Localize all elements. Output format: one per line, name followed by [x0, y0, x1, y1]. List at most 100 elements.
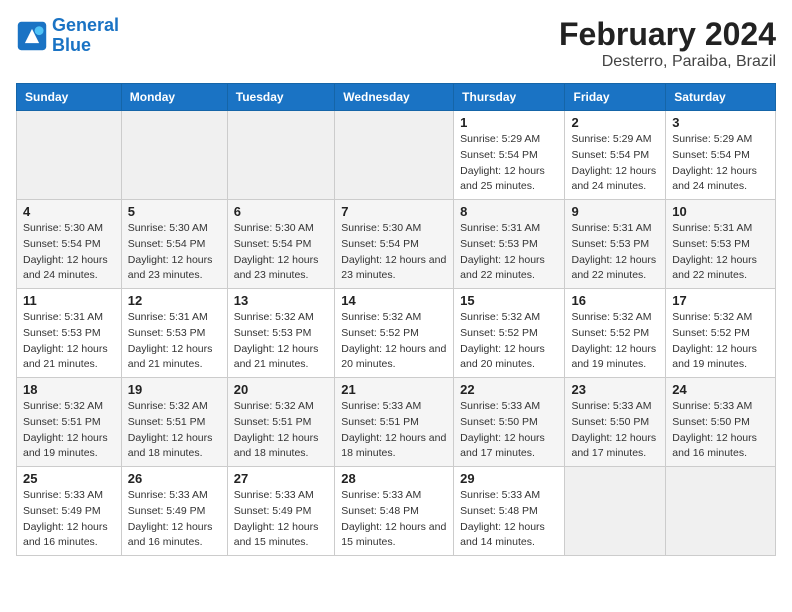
calendar-cell: 17 Sunrise: 5:32 AMSunset: 5:52 PMDayligh…: [666, 289, 776, 378]
logo-line2: Blue: [52, 35, 91, 55]
header-cell-friday: Friday: [565, 84, 666, 111]
day-number: 12: [128, 293, 221, 308]
day-info: Sunrise: 5:31 AMSunset: 5:53 PMDaylight:…: [672, 221, 769, 284]
day-number: 1: [460, 115, 558, 130]
calendar-cell: [17, 111, 122, 200]
calendar-cell: 27 Sunrise: 5:33 AMSunset: 5:49 PMDayligh…: [227, 467, 334, 556]
calendar-cell: 4Sunrise: 5:30 AMSunset: 5:54 PMDaylight…: [17, 200, 122, 289]
header-cell-monday: Monday: [121, 84, 227, 111]
calendar-body: 1 Sunrise: 5:29 AMSunset: 5:54 PMDaylight…: [17, 111, 776, 556]
day-info: Sunrise: 5:33 AMSunset: 5:50 PMDaylight:…: [460, 399, 558, 462]
day-number: 11: [23, 293, 115, 308]
day-info: Sunrise: 5:29 AMSunset: 5:54 PMDaylight:…: [460, 132, 558, 195]
day-number: 27: [234, 471, 328, 486]
calendar-cell: 13 Sunrise: 5:32 AMSunset: 5:53 PMDayligh…: [227, 289, 334, 378]
calendar-cell: [121, 111, 227, 200]
calendar-cell: 12 Sunrise: 5:31 AMSunset: 5:53 PMDayligh…: [121, 289, 227, 378]
day-number: 7: [341, 204, 447, 219]
day-info: Sunrise: 5:32 AMSunset: 5:52 PMDaylight:…: [571, 310, 659, 373]
day-info: Sunrise: 5:33 AMSunset: 5:49 PMDaylight:…: [128, 488, 221, 551]
day-info: Sunrise: 5:32 AMSunset: 5:52 PMDaylight:…: [460, 310, 558, 373]
calendar-cell: 18Sunrise: 5:32 AMSunset: 5:51 PMDayligh…: [17, 378, 122, 467]
day-info: Sunrise: 5:32 AMSunset: 5:51 PMDaylight:…: [234, 399, 328, 462]
calendar-cell: 20 Sunrise: 5:32 AMSunset: 5:51 PMDayligh…: [227, 378, 334, 467]
header-cell-saturday: Saturday: [666, 84, 776, 111]
calendar-cell: 8 Sunrise: 5:31 AMSunset: 5:53 PMDaylight…: [454, 200, 565, 289]
day-number: 9: [571, 204, 659, 219]
logo-icon: [16, 20, 48, 52]
day-number: 15: [460, 293, 558, 308]
day-info: Sunrise: 5:33 AMSunset: 5:50 PMDaylight:…: [672, 399, 769, 462]
calendar-cell: 26 Sunrise: 5:33 AMSunset: 5:49 PMDayligh…: [121, 467, 227, 556]
calendar-cell: 2Sunrise: 5:29 AMSunset: 5:54 PMDaylight…: [565, 111, 666, 200]
day-info: Sunrise: 5:32 AMSunset: 5:51 PMDaylight:…: [23, 399, 115, 462]
calendar-cell: [227, 111, 334, 200]
day-info: Sunrise: 5:31 AMSunset: 5:53 PMDaylight:…: [460, 221, 558, 284]
day-info: Sunrise: 5:29 AMSunset: 5:54 PMDaylight:…: [571, 132, 659, 195]
day-number: 19: [128, 382, 221, 397]
calendar-cell: [666, 467, 776, 556]
day-info: Sunrise: 5:31 AMSunset: 5:53 PMDaylight:…: [128, 310, 221, 373]
day-info: Sunrise: 5:32 AMSunset: 5:51 PMDaylight:…: [128, 399, 221, 462]
logo-text: General Blue: [52, 16, 119, 56]
calendar-week-0: 1 Sunrise: 5:29 AMSunset: 5:54 PMDaylight…: [17, 111, 776, 200]
day-info: Sunrise: 5:32 AMSunset: 5:53 PMDaylight:…: [234, 310, 328, 373]
calendar-cell: 7Sunrise: 5:30 AMSunset: 5:54 PMDaylight…: [335, 200, 454, 289]
day-number: 20: [234, 382, 328, 397]
day-number: 3: [672, 115, 769, 130]
day-info: Sunrise: 5:30 AMSunset: 5:54 PMDaylight:…: [234, 221, 328, 284]
page-title: February 2024: [559, 16, 776, 53]
logo: General Blue: [16, 16, 119, 56]
day-number: 23: [571, 382, 659, 397]
calendar-cell: [335, 111, 454, 200]
day-number: 8: [460, 204, 558, 219]
calendar-cell: 29Sunrise: 5:33 AMSunset: 5:48 PMDayligh…: [454, 467, 565, 556]
day-info: Sunrise: 5:33 AMSunset: 5:49 PMDaylight:…: [23, 488, 115, 551]
calendar-cell: 9 Sunrise: 5:31 AMSunset: 5:53 PMDaylight…: [565, 200, 666, 289]
day-info: Sunrise: 5:32 AMSunset: 5:52 PMDaylight:…: [672, 310, 769, 373]
day-number: 10: [672, 204, 769, 219]
calendar-week-2: 11 Sunrise: 5:31 AMSunset: 5:53 PMDayligh…: [17, 289, 776, 378]
day-info: Sunrise: 5:33 AMSunset: 5:50 PMDaylight:…: [571, 399, 659, 462]
calendar-cell: 10 Sunrise: 5:31 AMSunset: 5:53 PMDayligh…: [666, 200, 776, 289]
header-cell-tuesday: Tuesday: [227, 84, 334, 111]
day-number: 26: [128, 471, 221, 486]
day-number: 6: [234, 204, 328, 219]
calendar-week-1: 4 Sunrise: 5:30 AMSunset: 5:54 PMDaylight…: [17, 200, 776, 289]
day-number: 25: [23, 471, 115, 486]
calendar-cell: 14 Sunrise: 5:32 AMSunset: 5:52 PMDayligh…: [335, 289, 454, 378]
day-number: 4: [23, 204, 115, 219]
calendar-cell: 22Sunrise: 5:33 AMSunset: 5:50 PMDayligh…: [454, 378, 565, 467]
header-row: SundayMondayTuesdayWednesdayThursdayFrid…: [17, 84, 776, 111]
calendar-cell: 25 Sunrise: 5:33 AMSunset: 5:49 PMDayligh…: [17, 467, 122, 556]
calendar-cell: 11 Sunrise: 5:31 AMSunset: 5:53 PMDayligh…: [17, 289, 122, 378]
calendar-cell: 6 Sunrise: 5:30 AMSunset: 5:54 PMDaylight…: [227, 200, 334, 289]
title-block: February 2024 Desterro, Paraiba, Brazil: [559, 16, 776, 71]
day-info: Sunrise: 5:29 AMSunset: 5:54 PMDaylight:…: [672, 132, 769, 195]
header-cell-wednesday: Wednesday: [335, 84, 454, 111]
day-number: 13: [234, 293, 328, 308]
day-number: 14: [341, 293, 447, 308]
day-info: Sunrise: 5:31 AMSunset: 5:53 PMDaylight:…: [571, 221, 659, 284]
calendar-cell: 1 Sunrise: 5:29 AMSunset: 5:54 PMDaylight…: [454, 111, 565, 200]
page-header: General Blue February 2024 Desterro, Par…: [16, 16, 776, 71]
day-number: 29: [460, 471, 558, 486]
day-info: Sunrise: 5:33 AMSunset: 5:49 PMDaylight:…: [234, 488, 328, 551]
calendar-cell: 16 Sunrise: 5:32 AMSunset: 5:52 PMDayligh…: [565, 289, 666, 378]
calendar-week-4: 25 Sunrise: 5:33 AMSunset: 5:49 PMDayligh…: [17, 467, 776, 556]
calendar-cell: 3 Sunrise: 5:29 AMSunset: 5:54 PMDaylight…: [666, 111, 776, 200]
day-number: 21: [341, 382, 447, 397]
day-number: 17: [672, 293, 769, 308]
day-info: Sunrise: 5:31 AMSunset: 5:53 PMDaylight:…: [23, 310, 115, 373]
day-info: Sunrise: 5:33 AMSunset: 5:51 PMDaylight:…: [341, 399, 447, 462]
day-number: 24: [672, 382, 769, 397]
day-number: 16: [571, 293, 659, 308]
calendar-cell: 28Sunrise: 5:33 AMSunset: 5:48 PMDayligh…: [335, 467, 454, 556]
page-subtitle: Desterro, Paraiba, Brazil: [559, 53, 776, 71]
header-cell-thursday: Thursday: [454, 84, 565, 111]
calendar-cell: 24 Sunrise: 5:33 AMSunset: 5:50 PMDayligh…: [666, 378, 776, 467]
day-info: Sunrise: 5:33 AMSunset: 5:48 PMDaylight:…: [341, 488, 447, 551]
header-cell-sunday: Sunday: [17, 84, 122, 111]
day-info: Sunrise: 5:32 AMSunset: 5:52 PMDaylight:…: [341, 310, 447, 373]
day-info: Sunrise: 5:30 AMSunset: 5:54 PMDaylight:…: [128, 221, 221, 284]
